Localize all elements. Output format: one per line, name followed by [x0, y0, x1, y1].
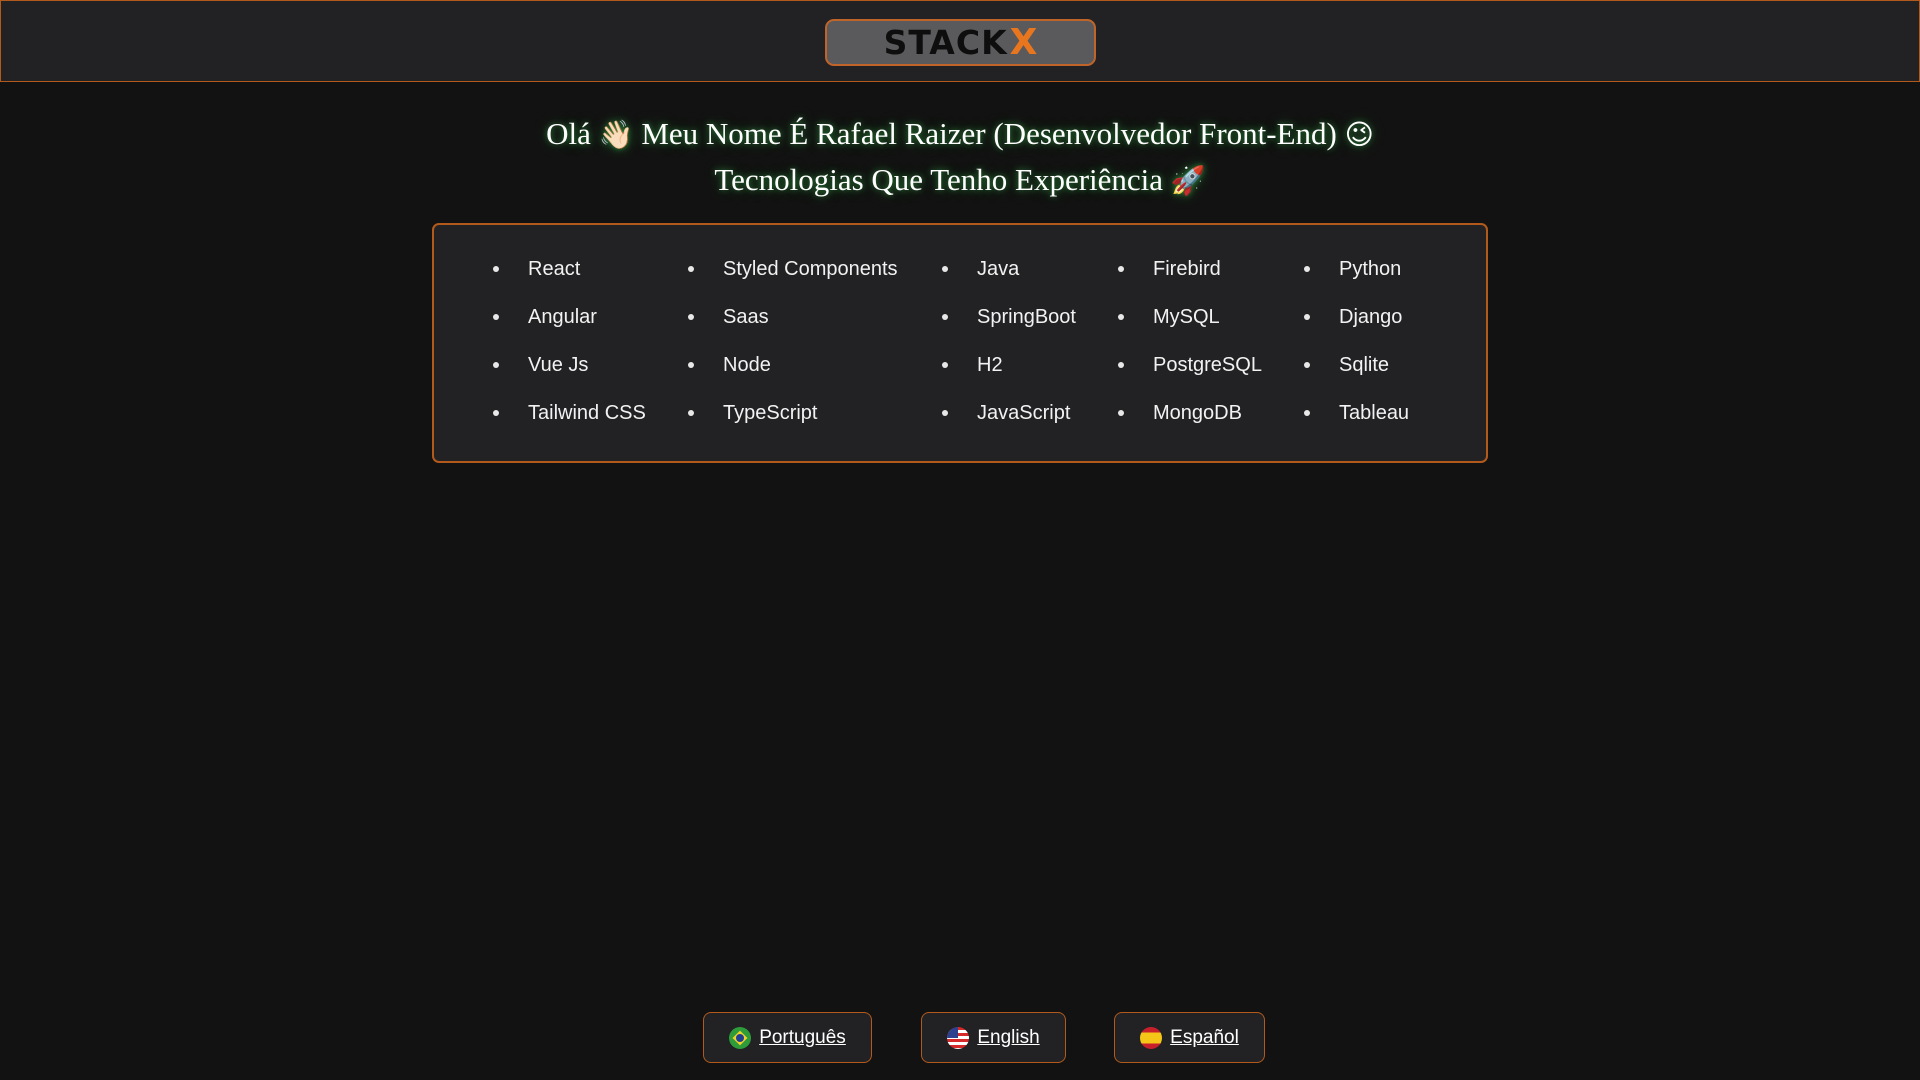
bullet-icon — [942, 410, 948, 416]
bullet-icon — [942, 314, 948, 320]
list-item: Python — [1304, 245, 1409, 293]
bullet-icon — [942, 362, 948, 368]
list-item: MongoDB — [1118, 389, 1262, 437]
bullet-icon — [493, 314, 499, 320]
tech-label: Python — [1339, 258, 1402, 280]
list-item: Django — [1304, 293, 1409, 341]
tech-label: Tableau — [1339, 402, 1410, 424]
list-item: H2 — [942, 341, 1076, 389]
bullet-icon — [688, 314, 694, 320]
list-item: Firebird — [1118, 245, 1262, 293]
list-item: Styled Components — [688, 245, 898, 293]
list-item: Tableau — [1304, 389, 1410, 437]
bullet-icon — [688, 410, 694, 416]
list-item: React — [493, 245, 646, 293]
bullet-icon — [493, 410, 499, 416]
list-item: Angular — [493, 293, 646, 341]
logo-x-accent: X — [1009, 22, 1038, 63]
list-item: SpringBoot — [942, 293, 1076, 341]
list-item: MySQL — [1118, 293, 1262, 341]
tech-label: Vue Js — [528, 354, 589, 376]
bullet-icon — [1304, 314, 1310, 320]
list-item: Sqlite — [1304, 341, 1409, 389]
bullet-icon — [1304, 362, 1310, 368]
greeting-hello: Olá — [546, 116, 591, 151]
tech-column-2: Styled Components Saas Node TypeScript — [688, 245, 898, 437]
technologies-heading-text: Tecnologias Que Tenho Experiência — [714, 162, 1164, 197]
language-button-portuguese[interactable]: Português — [703, 1012, 872, 1063]
bullet-icon — [493, 362, 499, 368]
tech-label: Django — [1339, 306, 1403, 328]
bullet-icon — [1118, 314, 1124, 320]
language-button-spanish[interactable]: Español — [1114, 1012, 1265, 1063]
logo-text: STACK — [883, 23, 1008, 62]
bullet-icon — [688, 362, 694, 368]
tech-label: Firebird — [1153, 258, 1221, 280]
technologies-panel: React Angular Vue Js Tailwind CSS Styled… — [432, 223, 1488, 463]
tech-label: Node — [723, 354, 771, 376]
list-item: TypeScript — [688, 389, 898, 437]
bullet-icon — [493, 266, 499, 272]
list-item: Java — [942, 245, 1076, 293]
bullet-icon — [1304, 266, 1310, 272]
bullet-icon — [942, 266, 948, 272]
list-item: JavaScript — [942, 389, 1076, 437]
tech-label: MySQL — [1153, 306, 1220, 328]
list-item: Saas — [688, 293, 898, 341]
tech-column-1: React Angular Vue Js Tailwind CSS — [493, 245, 646, 437]
list-item: Tailwind CSS — [493, 389, 646, 437]
tech-label: Java — [977, 258, 1020, 280]
greeting-name: Meu Nome É Rafael Raizer (Desenvolvedor … — [641, 116, 1337, 151]
tech-label: Saas — [723, 306, 769, 328]
language-button-english[interactable]: English — [921, 1012, 1066, 1063]
tech-label: H2 — [977, 354, 1003, 376]
wink-face-icon: 😉 — [1344, 118, 1374, 151]
tech-label: PostgreSQL — [1153, 354, 1262, 376]
tech-label: MongoDB — [1153, 402, 1242, 424]
language-label: English — [977, 1026, 1040, 1048]
bullet-icon — [1118, 410, 1124, 416]
tech-label: Tailwind CSS — [528, 402, 646, 424]
waving-hand-icon: 👋🏻 — [598, 118, 634, 151]
technologies-heading: Tecnologias Que Tenho Experiência 🚀 — [0, 162, 1920, 198]
list-item: PostgreSQL — [1118, 341, 1262, 389]
bullet-icon — [1118, 362, 1124, 368]
list-item: Vue Js — [493, 341, 646, 389]
tech-label: SpringBoot — [977, 306, 1076, 328]
list-item: Node — [688, 341, 898, 389]
us-flag-icon — [947, 1026, 970, 1049]
tech-column-4: Firebird MySQL PostgreSQL MongoDB — [1118, 245, 1262, 437]
tech-label: Styled Components — [723, 258, 898, 280]
tech-label: JavaScript — [977, 402, 1071, 424]
bullet-icon — [1118, 266, 1124, 272]
tech-label: TypeScript — [723, 402, 818, 424]
bullet-icon — [688, 266, 694, 272]
language-label: Español — [1170, 1026, 1239, 1048]
spain-flag-icon — [1140, 1026, 1163, 1049]
tech-label: Sqlite — [1339, 354, 1390, 376]
bullet-icon — [1304, 410, 1310, 416]
top-header: STACK X — [0, 0, 1920, 82]
tech-label: React — [528, 258, 581, 280]
tech-label: Angular — [528, 306, 597, 328]
rocket-icon: 🚀 — [1170, 164, 1206, 197]
language-label: Português — [759, 1026, 846, 1048]
tech-column-3: Java SpringBoot H2 JavaScript — [942, 245, 1076, 437]
tech-column-5: Python Django Sqlite Tableau — [1304, 245, 1410, 437]
logo-button[interactable]: STACK X — [825, 19, 1096, 66]
greeting-headline: Olá 👋🏻 Meu Nome É Rafael Raizer (Desenvo… — [0, 116, 1920, 152]
brazil-flag-icon — [729, 1026, 752, 1049]
